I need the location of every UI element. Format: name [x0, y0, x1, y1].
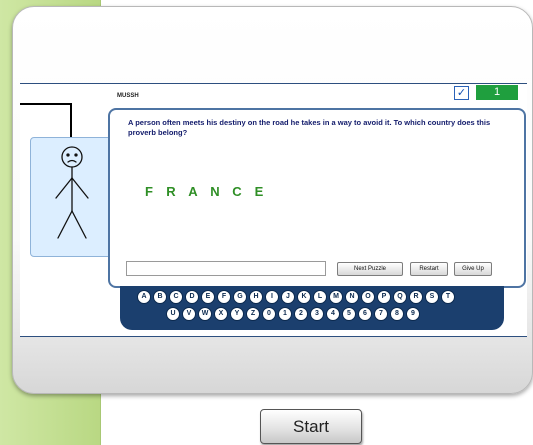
letter-key[interactable]: U	[166, 307, 180, 321]
question-panel: A person often meets his destiny on the …	[108, 108, 526, 288]
hangman-box	[30, 137, 120, 257]
letter-key[interactable]: 4	[326, 307, 340, 321]
letter-key[interactable]: X	[214, 307, 228, 321]
answer-input[interactable]	[126, 261, 326, 276]
score-display: 1	[476, 85, 518, 100]
letter-key[interactable]: 9	[406, 307, 420, 321]
letter-key[interactable]: Y	[230, 307, 244, 321]
give-up-button[interactable]: Give Up	[454, 262, 492, 276]
letter-key[interactable]: K	[297, 290, 311, 304]
stick-figure-icon	[55, 146, 89, 239]
answer-letter: C	[232, 184, 242, 199]
letter-key[interactable]: 5	[342, 307, 356, 321]
letter-key[interactable]: 0	[262, 307, 276, 321]
letter-key[interactable]: 2	[294, 307, 308, 321]
letter-key[interactable]: 3	[310, 307, 324, 321]
letter-key[interactable]: 6	[358, 307, 372, 321]
letter-key[interactable]: R	[409, 290, 423, 304]
question-text: A person often meets his destiny on the …	[128, 118, 491, 137]
letter-key[interactable]: B	[153, 290, 167, 304]
gallows-rope	[70, 103, 72, 137]
letter-key[interactable]: O	[361, 290, 375, 304]
letter-key[interactable]: J	[281, 290, 295, 304]
answer-letter: N	[210, 184, 220, 199]
answer-letter: R	[166, 184, 176, 199]
answer-letter: A	[188, 184, 198, 199]
letter-key[interactable]: 8	[390, 307, 404, 321]
next-puzzle-button[interactable]: Next Puzzle	[337, 262, 403, 276]
letter-key[interactable]: Z	[246, 307, 260, 321]
letter-key[interactable]: Q	[393, 290, 407, 304]
puzzle-label: MUSSH	[117, 93, 139, 99]
answer-letter: F	[145, 184, 153, 199]
answer-letter: E	[254, 184, 264, 199]
letter-key[interactable]: M	[329, 290, 343, 304]
restart-button[interactable]: Restart	[410, 262, 448, 276]
letter-key[interactable]: C	[169, 290, 183, 304]
answer-letters: F R A N C E	[142, 184, 266, 199]
checkmark-icon[interactable]: ✓	[454, 86, 469, 100]
letter-key[interactable]: P	[377, 290, 391, 304]
gallows-beam	[20, 103, 70, 105]
letter-key[interactable]: I	[265, 290, 279, 304]
keyboard-row-2: UVWXYZ0123456789	[166, 307, 420, 321]
letter-key[interactable]: D	[185, 290, 199, 304]
letter-key[interactable]: G	[233, 290, 247, 304]
letter-key[interactable]: F	[217, 290, 231, 304]
letter-key[interactable]: L	[313, 290, 327, 304]
letter-key[interactable]: 7	[374, 307, 388, 321]
letter-key[interactable]: S	[425, 290, 439, 304]
letter-key[interactable]: V	[182, 307, 196, 321]
letter-key[interactable]: 1	[278, 307, 292, 321]
keyboard-row-1: ABCDEFGHIJKLMNOPQRST	[137, 290, 455, 304]
letter-key[interactable]: E	[201, 290, 215, 304]
letter-key[interactable]: A	[137, 290, 151, 304]
letter-keyboard: ABCDEFGHIJKLMNOPQRST UVWXYZ0123456789	[120, 286, 504, 330]
letter-key[interactable]: H	[249, 290, 263, 304]
letter-key[interactable]: N	[345, 290, 359, 304]
letter-key[interactable]: T	[441, 290, 455, 304]
start-button[interactable]: Start	[260, 409, 362, 444]
letter-key[interactable]: W	[198, 307, 212, 321]
